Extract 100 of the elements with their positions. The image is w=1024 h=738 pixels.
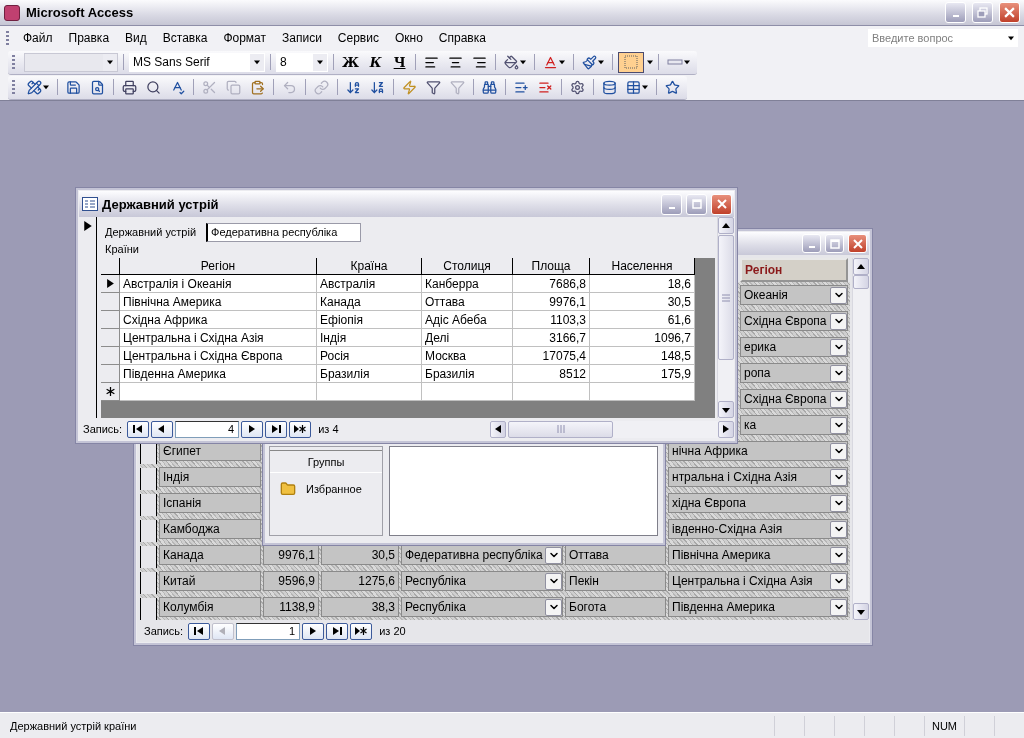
column-header[interactable]: Столиця [422,258,513,275]
text-field[interactable]: 38,3 [321,597,399,617]
scroll-thumb[interactable] [508,420,613,438]
underline-button[interactable]: Ч [389,51,411,73]
new-record-button[interactable] [350,622,373,640]
text-field[interactable]: Канада [159,545,261,565]
column-header[interactable]: Регіон [740,258,848,282]
row-selector[interactable] [140,572,157,594]
text-field[interactable]: Камбоджа [159,519,261,539]
combo-field[interactable]: Республіка [401,571,563,591]
row-selector[interactable] [101,275,120,293]
italic-button[interactable]: К [365,51,387,73]
scroll-down-button[interactable] [853,603,869,620]
next-record-button[interactable] [241,420,264,438]
combo-field[interactable]: хідна Європа [668,493,848,513]
restore-button[interactable] [972,2,993,23]
row-selector[interactable] [140,520,157,542]
close-button[interactable] [711,193,732,215]
dropdown-button[interactable] [545,598,562,616]
dropdown-button[interactable] [545,572,562,590]
row-selector[interactable] [101,383,120,401]
dropdown-button[interactable] [830,598,847,616]
scroll-left-button[interactable] [490,420,506,438]
scroll-thumb[interactable] [718,235,734,360]
menu-item[interactable]: Формат [215,29,275,47]
dropdown-button[interactable] [545,546,562,564]
font-dropdown[interactable]: MS Sans Serif [129,52,265,72]
dropdown-button[interactable] [830,442,847,460]
minimize-button[interactable] [945,2,966,23]
dropdown-button[interactable] [830,416,847,434]
close-button[interactable] [999,2,1020,23]
menu-item[interactable]: Записи [274,29,330,47]
combo-field[interactable]: Північна Америка [668,545,848,565]
dropdown-button[interactable] [830,546,847,564]
border-button[interactable] [618,51,645,73]
combo-field[interactable]: івденно-Східна Азія [668,519,848,539]
text-field[interactable]: Індія [159,467,261,487]
menu-item[interactable]: Справка [430,29,494,47]
font-size-dropdown[interactable]: 8 [276,52,328,72]
scroll-thumb[interactable] [853,275,869,289]
text-field[interactable]: Федеративна республіка [206,222,362,242]
combo-field[interactable]: нічна Африка [668,441,848,461]
record-number-field[interactable]: 4 [175,420,240,438]
column-header[interactable]: Населення [590,258,695,275]
dropdown-button[interactable] [830,286,847,304]
scroll-up-button[interactable] [853,258,869,275]
text-field[interactable]: Богота [565,597,666,617]
column-header[interactable]: Країна [317,258,422,275]
text-field[interactable]: 30,5 [321,545,399,565]
text-field[interactable]: 9976,1 [263,545,319,565]
combo-field[interactable]: ерика [740,337,848,357]
dropdown-button[interactable] [830,312,847,330]
column-header[interactable]: Площа [513,258,590,275]
combo-field[interactable]: ка [740,415,848,435]
first-record-button[interactable] [188,622,211,640]
vertical-scrollbar[interactable] [852,258,869,620]
text-field[interactable]: Іспанія [159,493,261,513]
text-field[interactable]: Китай [159,571,261,591]
menu-item[interactable]: Сервис [329,29,387,47]
previous-record-button[interactable] [151,420,174,438]
scroll-down-button[interactable] [718,401,734,418]
dropdown-button[interactable] [830,468,847,486]
next-record-button[interactable] [302,622,325,640]
text-field[interactable]: 9596,9 [263,571,319,591]
row-selector[interactable] [140,546,157,568]
scroll-up-button[interactable] [718,217,734,234]
new-record-button[interactable] [289,420,312,438]
menu-item[interactable]: Файл [15,29,61,47]
text-field[interactable]: 1138,9 [263,597,319,617]
menu-item[interactable]: Правка [60,29,118,47]
row-selector[interactable] [140,442,157,464]
column-header[interactable]: Регіон [120,258,317,275]
combo-field[interactable]: Східна Європа [740,311,848,331]
row-selector[interactable] [140,494,157,516]
help-search-field[interactable]: Введите вопрос [868,29,1018,47]
dropdown-button[interactable] [830,390,847,408]
bold-button[interactable]: Ж [339,51,363,73]
last-record-button[interactable] [326,622,349,640]
combo-field[interactable]: Східна Європа [740,389,848,409]
vertical-scrollbar[interactable] [717,217,734,418]
combo-field[interactable]: Океанія [740,285,848,305]
menu-item[interactable]: Окно [386,29,431,47]
dropdown-button[interactable] [830,338,847,356]
maximize-button[interactable] [825,234,844,253]
first-record-button[interactable] [127,420,150,438]
row-selector[interactable] [140,598,157,620]
dropdown-button[interactable] [830,520,847,538]
dropdown-button[interactable] [830,494,847,512]
combo-field[interactable]: Республіка [401,597,563,617]
group-item[interactable]: Избранное [270,473,382,505]
combo-field[interactable]: нтральна і Східна Азія [668,467,848,487]
text-field[interactable]: 1275,6 [321,571,399,591]
row-selector[interactable] [140,468,157,490]
menu-item[interactable]: Вид [117,29,155,47]
dropdown-button[interactable] [830,572,847,590]
record-number-field[interactable]: 1 [236,622,301,640]
menu-item[interactable]: Вставка [154,29,216,47]
scroll-right-button[interactable] [718,420,734,438]
minimize-button[interactable] [802,234,821,253]
horizontal-scrollbar[interactable] [490,420,734,438]
